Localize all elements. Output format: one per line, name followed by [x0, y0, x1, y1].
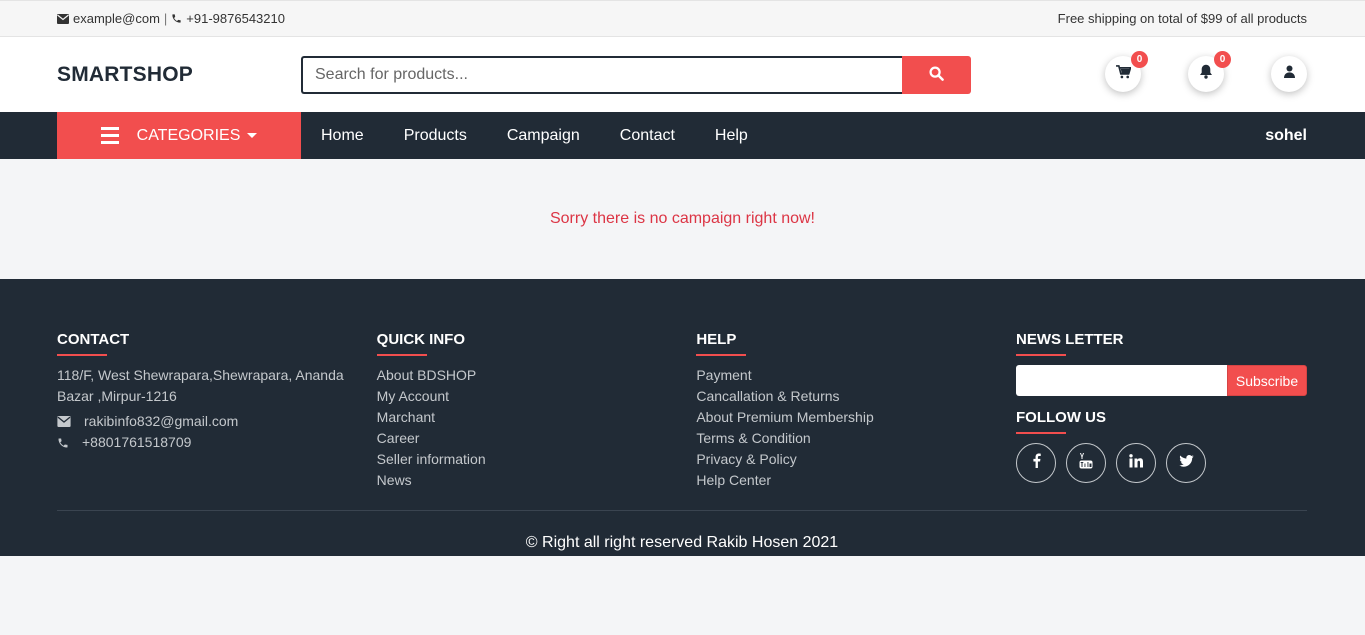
top-separator: | [163, 11, 168, 26]
youtube-button[interactable] [1066, 443, 1107, 483]
top-contact: example@com | +91-9876543210 [57, 11, 285, 26]
footer-newsletter-title: NEWS LETTER [1016, 331, 1124, 348]
facebook-icon [1032, 453, 1041, 473]
title-underline [376, 354, 427, 356]
social-links [1016, 443, 1307, 483]
footer-email[interactable]: rakibinfo832@gmail.com [84, 411, 238, 432]
brand-logo[interactable]: SMARTSHOP [57, 63, 301, 87]
twitter-button[interactable] [1166, 443, 1207, 483]
footer-link-help-center[interactable]: Help Center [696, 470, 1016, 491]
footer-newsletter: NEWS LETTER Subscribe FOLLOW US [1016, 331, 1308, 491]
youtube-icon [1079, 452, 1093, 474]
footer-link-privacy[interactable]: Privacy & Policy [696, 449, 1016, 470]
footer-phone-row: +8801761518709 [57, 432, 377, 453]
search-bar [301, 55, 971, 94]
footer-link-premium[interactable]: About Premium Membership [696, 407, 1016, 428]
cart-button[interactable]: 0 [1105, 51, 1148, 92]
search-button[interactable] [902, 55, 971, 94]
header: SMARTSHOP 0 0 [0, 37, 1365, 112]
header-actions: 0 0 [1105, 51, 1307, 92]
categories-dropdown[interactable]: CATEGORIES [57, 112, 301, 159]
envelope-icon [57, 13, 69, 24]
linkedin-icon [1129, 453, 1144, 473]
footer-quick-info: QUICK INFO About BDSHOP My Account March… [376, 331, 697, 491]
footer-link-seller-info[interactable]: Seller information [377, 449, 697, 470]
footer-email-row: rakibinfo832@gmail.com [57, 411, 377, 432]
footer-link-marchant[interactable]: Marchant [377, 407, 697, 428]
empty-campaign-notice: Sorry there is no campaign right now! [549, 210, 815, 227]
footer-phone[interactable]: +8801761518709 [82, 432, 191, 453]
main-nav: CATEGORIES Home Products Campaign Contac… [0, 112, 1365, 159]
phone-icon [57, 437, 82, 449]
footer-link-career[interactable]: Career [377, 428, 697, 449]
cart-icon [1115, 64, 1132, 84]
title-underline [1016, 354, 1067, 356]
footer-link-terms[interactable]: Terms & Condition [696, 428, 1016, 449]
nav-menu: Home Products Campaign Contact Help [321, 127, 788, 145]
footer-link-payment[interactable]: Payment [696, 365, 1016, 386]
cart-count-badge: 0 [1131, 51, 1148, 68]
footer-link-news[interactable]: News [377, 470, 697, 491]
top-phone: +91-9876543210 [186, 11, 285, 26]
footer-contact: CONTACT 118/F, West Shewrapara,Shewrapar… [57, 331, 377, 491]
subscribe-button[interactable]: Subscribe [1227, 365, 1308, 396]
newsletter-email-input[interactable] [1016, 365, 1228, 396]
title-underline [57, 354, 107, 356]
title-underline [1016, 432, 1067, 434]
search-icon [929, 65, 944, 84]
footer-link-cancellation[interactable]: Cancallation & Returns [696, 386, 1016, 407]
user-account-button[interactable] [1271, 56, 1307, 92]
search-input[interactable] [301, 55, 902, 94]
user-icon [1283, 65, 1295, 83]
footer-link-my-account[interactable]: My Account [377, 386, 697, 407]
notification-button[interactable]: 0 [1188, 51, 1231, 92]
bell-icon [1199, 64, 1213, 84]
newsletter-form: Subscribe [1016, 365, 1308, 396]
phone-icon [171, 13, 182, 24]
hamburger-icon [100, 127, 119, 144]
nav-item-home[interactable]: Home [321, 127, 364, 145]
follow-us-title: FOLLOW US [1016, 409, 1107, 426]
title-underline [696, 354, 747, 356]
footer-link-about[interactable]: About BDSHOP [377, 365, 697, 386]
footer-address: 118/F, West Shewrapara,Shewrapara, Anand… [57, 367, 344, 404]
footer-help-title: HELP [696, 331, 737, 348]
shipping-notice: Free shipping on total of $99 of all pro… [1057, 11, 1307, 26]
twitter-icon [1178, 454, 1194, 472]
facebook-button[interactable] [1016, 443, 1057, 483]
user-name[interactable]: sohel [1265, 127, 1307, 145]
linkedin-button[interactable] [1116, 443, 1157, 483]
notification-count-badge: 0 [1214, 51, 1231, 68]
nav-item-products[interactable]: Products [404, 127, 467, 145]
footer-divider [57, 510, 1307, 511]
copyright-text: © Right all right reserved Rakib Hosen 2… [525, 534, 839, 551]
nav-item-campaign[interactable]: Campaign [507, 127, 580, 145]
footer-contact-title: CONTACT [57, 331, 130, 348]
footer: CONTACT 118/F, West Shewrapara,Shewrapar… [0, 279, 1365, 556]
nav-item-contact[interactable]: Contact [620, 127, 675, 145]
top-bar: example@com | +91-9876543210 Free shippi… [0, 0, 1365, 37]
footer-help: HELP Payment Cancallation & Returns Abou… [696, 331, 1016, 491]
envelope-icon [57, 416, 82, 427]
nav-item-help[interactable]: Help [715, 127, 748, 145]
footer-quick-info-title: QUICK INFO [376, 331, 466, 348]
main-content: Sorry there is no campaign right now! [0, 159, 1365, 279]
top-email: example@com [73, 11, 160, 26]
categories-label: CATEGORIES [136, 126, 241, 144]
caret-down-icon [247, 133, 258, 138]
